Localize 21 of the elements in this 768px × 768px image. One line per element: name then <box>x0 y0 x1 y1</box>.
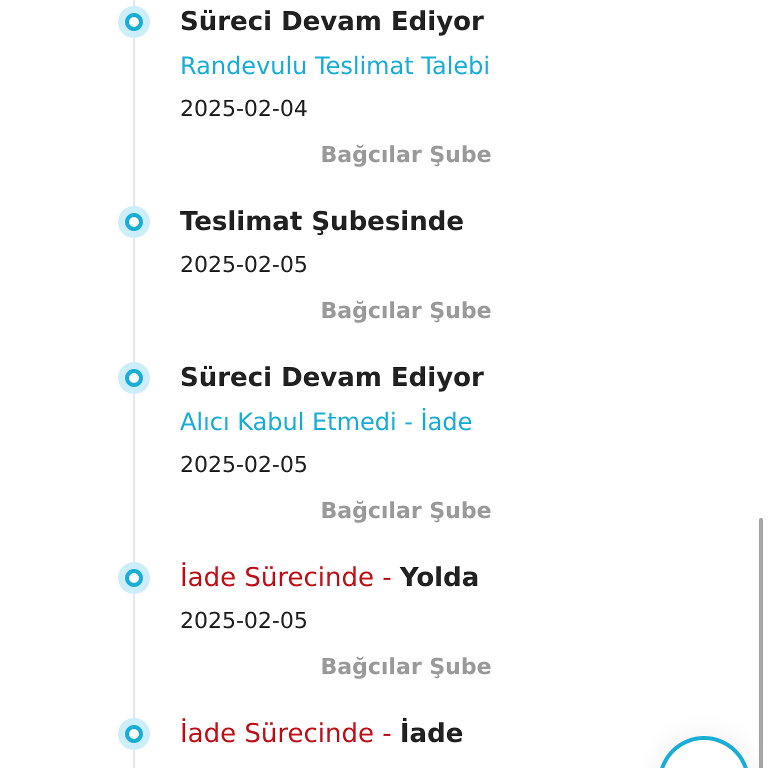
status-detail: Alıcı Kabul Etmedi - İade <box>180 407 472 438</box>
timeline-dot-icon <box>118 6 150 38</box>
status-date: 2025-02-05 <box>180 452 308 480</box>
status-title: Teslimat Şubesinde <box>180 206 464 239</box>
branch-name: Bağcılar Şube <box>320 142 492 170</box>
branch-name: Bağcılar Şube <box>320 298 492 326</box>
branch-name: Bağcılar Şube <box>320 654 492 682</box>
status-date: 2025-02-04 <box>180 96 308 124</box>
timeline-dot-icon <box>118 362 150 394</box>
timeline-dot-icon <box>118 718 150 750</box>
status-title: İade Sürecinde - İade <box>180 716 464 751</box>
status-detail: Randevulu Teslimat Talebi <box>180 51 490 82</box>
status-title: Süreci Devam Ediyor <box>180 362 484 395</box>
status-date: 2025-02-05 <box>180 608 308 636</box>
status-title: İade Sürecinde - Yolda <box>180 561 480 595</box>
status-title: Süreci Devam Ediyor <box>180 6 484 39</box>
status-date: 2025-02-05 <box>180 252 308 280</box>
timeline-dot-icon <box>118 206 150 238</box>
branch-name: Bağcılar Şube <box>320 498 492 526</box>
timeline-dot-icon <box>118 562 150 594</box>
scrollbar[interactable] <box>759 518 763 768</box>
